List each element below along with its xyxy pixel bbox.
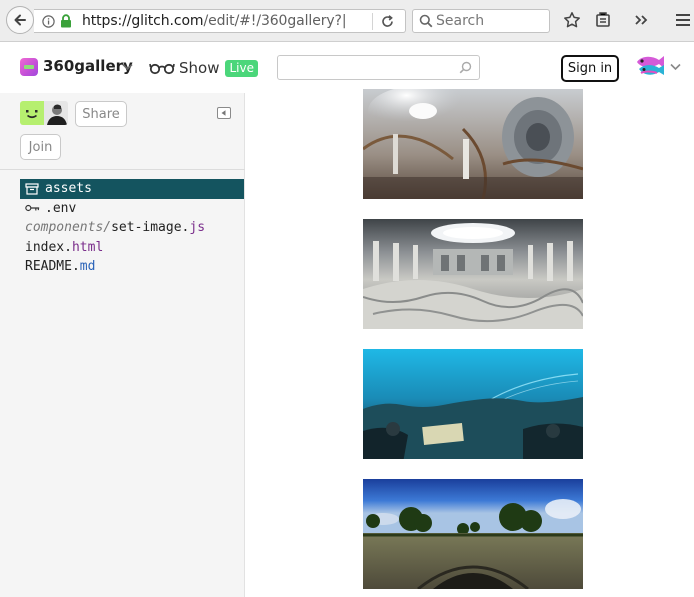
file-item-env[interactable]: .env	[20, 199, 244, 219]
avatar[interactable]	[44, 101, 68, 125]
sunglasses-icon	[149, 63, 175, 75]
file-name: set-image.	[111, 220, 190, 235]
smiley-face-icon	[26, 110, 38, 119]
url-path: /edit/#!/360gallery?|	[203, 13, 347, 29]
lock-icon[interactable]	[60, 14, 72, 28]
file-item-readme-md[interactable]: README. md	[20, 257, 244, 277]
browser-search-box[interactable]	[412, 9, 550, 33]
file-ext: md	[79, 259, 96, 274]
file-name: README.	[25, 259, 80, 274]
bookmark-star-icon[interactable]	[563, 11, 581, 29]
url-host: https://glitch.com	[82, 13, 204, 29]
live-badge: Live	[225, 59, 258, 77]
collapse-sidebar-button[interactable]	[217, 107, 231, 119]
hamburger-menu-icon[interactable]	[674, 11, 692, 29]
file-ext: html	[71, 239, 104, 255]
show-label: Show	[179, 59, 220, 77]
sign-in-button[interactable]: Sign in	[561, 55, 619, 82]
url-text[interactable]: https://glitch.com/edit/#!/360gallery?|	[82, 13, 347, 29]
triangle-left-icon	[221, 110, 226, 116]
file-item-set-image-js[interactable]: components/set-image. js	[20, 218, 244, 238]
file-dir: components/	[25, 220, 112, 235]
chevron-down-icon[interactable]	[670, 63, 681, 71]
file-item-assets[interactable]: assets	[20, 179, 244, 199]
sidebar: Share Join assets .env components/set-im…	[0, 93, 245, 597]
app-preview	[246, 89, 694, 597]
sidebar-divider	[0, 169, 245, 170]
project-logo[interactable]	[20, 58, 38, 76]
reload-icon[interactable]	[380, 14, 395, 29]
file-tree: assets .env components/set-image. js inde…	[20, 179, 244, 277]
panorama-image[interactable]	[363, 89, 583, 199]
project-search-box[interactable]	[277, 55, 480, 80]
collaborator-avatars[interactable]	[20, 101, 68, 125]
overflow-chevrons-icon[interactable]	[633, 11, 649, 29]
avatar[interactable]	[20, 101, 44, 125]
url-bar[interactable]: https://glitch.com/edit/#!/360gallery?|	[34, 9, 406, 33]
browser-toolbar: https://glitch.com/edit/#!/360gallery?|	[0, 0, 694, 42]
chevron-down-icon[interactable]	[122, 63, 133, 71]
panorama-image[interactable]	[363, 349, 583, 459]
file-item-index-html[interactable]: index. html	[20, 238, 244, 258]
info-icon[interactable]	[42, 15, 55, 28]
key-icon	[25, 203, 40, 213]
panorama-image[interactable]	[363, 479, 583, 589]
search-icon	[419, 14, 433, 28]
back-button[interactable]	[6, 6, 34, 34]
glitch-fish-logo-icon[interactable]	[633, 53, 667, 81]
show-button[interactable]: Show Live	[149, 57, 258, 79]
file-name: assets	[45, 181, 92, 196]
join-button[interactable]: Join	[20, 134, 61, 160]
project-search-input[interactable]	[284, 59, 454, 77]
browser-search-input[interactable]	[436, 12, 544, 30]
panorama-image[interactable]	[363, 219, 583, 329]
url-divider	[372, 13, 373, 30]
user-photo-icon	[44, 101, 68, 125]
reading-list-icon[interactable]	[595, 11, 611, 29]
app-header: 360gallery Show Live Sign in	[0, 43, 694, 93]
search-icon	[459, 61, 472, 74]
file-name: .env	[45, 200, 77, 216]
share-button[interactable]: Share	[75, 101, 127, 127]
project-name[interactable]: 360gallery	[43, 57, 133, 75]
file-ext: js	[189, 220, 206, 235]
back-arrow-icon	[14, 14, 26, 26]
file-name: index.	[25, 239, 72, 255]
folder-icon	[25, 183, 40, 195]
